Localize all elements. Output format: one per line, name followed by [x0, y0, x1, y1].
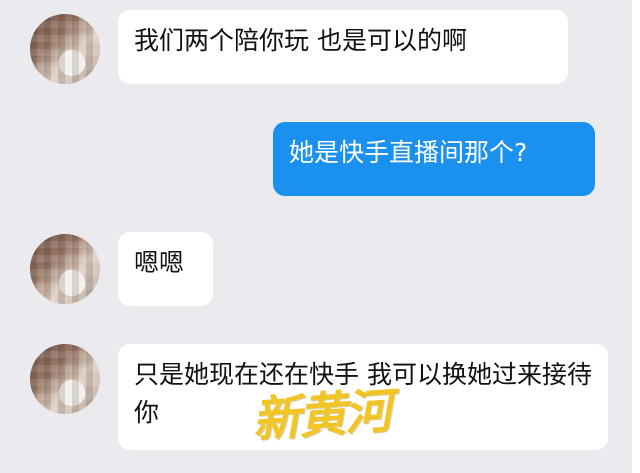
contact-avatar[interactable]	[30, 14, 100, 84]
contact-avatar[interactable]	[30, 234, 100, 304]
outgoing-message-bubble[interactable]: 她是快手直播间那个?	[273, 122, 595, 196]
pixelated-face-overlay	[30, 344, 100, 414]
edge-strip	[632, 0, 640, 473]
brand-watermark: 新黄河	[250, 383, 393, 449]
chat-screenshot: 我们两个陪你玩 也是可以的啊 她是快手直播间那个? 嗯嗯 只是她现在还在快手 我…	[0, 0, 632, 473]
incoming-message-bubble[interactable]: 我们两个陪你玩 也是可以的啊	[118, 10, 568, 84]
incoming-message-bubble[interactable]: 嗯嗯	[118, 232, 213, 306]
contact-avatar[interactable]	[30, 344, 100, 414]
pixelated-face-overlay	[30, 14, 100, 84]
pixelated-face-overlay	[30, 234, 100, 304]
